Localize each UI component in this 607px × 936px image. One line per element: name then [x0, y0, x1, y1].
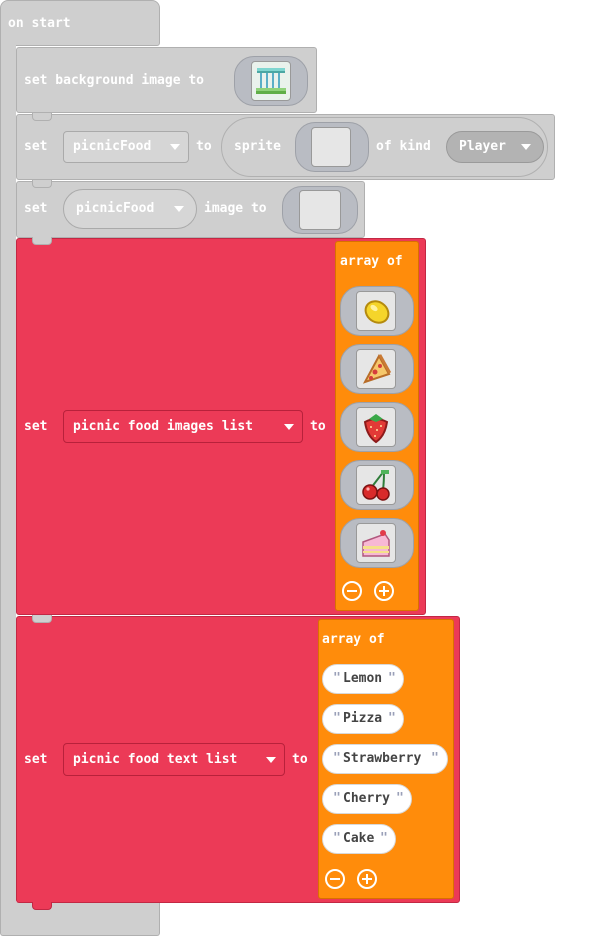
variable-name: picnicFood: [73, 139, 152, 154]
text-item-cake[interactable]: " Cake ": [322, 824, 396, 854]
set-label: set: [24, 139, 48, 154]
picnic-pavilion-icon: [256, 68, 286, 94]
variable-name: picnic food images list: [73, 418, 254, 434]
quote-close: ": [431, 751, 439, 766]
variable-name: picnicFood: [76, 201, 155, 216]
quote-close: ": [380, 831, 388, 846]
quote-open: ": [333, 791, 341, 806]
background-image-thumb[interactable]: [251, 61, 291, 101]
image-thumb[interactable]: [356, 407, 396, 447]
text-item-cherry[interactable]: " Cherry ": [322, 784, 412, 814]
quote-open: ": [333, 751, 341, 766]
strawberry-icon: [363, 414, 389, 444]
add-item-button[interactable]: [357, 869, 377, 889]
remove-item-button[interactable]: [342, 581, 362, 601]
set-label: set: [24, 201, 48, 216]
cake-slice-icon: [362, 530, 390, 557]
to-label: to: [196, 139, 212, 154]
image-thumb[interactable]: [356, 465, 396, 505]
notch: [32, 237, 52, 245]
set-label: set: [24, 419, 48, 434]
cherries-icon: [362, 470, 390, 501]
array-of-label: array of: [340, 254, 403, 269]
quote-open: ": [333, 711, 341, 726]
text-value: Cake: [343, 831, 375, 846]
quote-open: ": [333, 671, 341, 686]
on-start-spine: [0, 40, 16, 910]
quote-open: ": [333, 831, 341, 846]
text-value: Lemon: [343, 671, 383, 686]
image-thumb[interactable]: [356, 349, 396, 389]
variable-dropdown-text-list[interactable]: picnic food text list: [63, 743, 285, 776]
chevron-down-icon: [521, 144, 531, 150]
quote-close: ": [388, 671, 396, 686]
array-of-label: array of: [322, 632, 385, 647]
text-item-strawberry[interactable]: " Strawberry ": [322, 744, 448, 774]
notch: [32, 615, 52, 623]
variable-dropdown-picnicfood[interactable]: picnicFood: [63, 131, 189, 163]
text-item-pizza[interactable]: " Pizza ": [322, 704, 404, 734]
bottom-notch: [32, 902, 52, 910]
remove-item-button[interactable]: [325, 869, 345, 889]
sprite-label: sprite: [234, 139, 281, 154]
kind-name: Player: [459, 139, 506, 154]
chevron-down-icon: [170, 144, 180, 150]
add-item-button[interactable]: [374, 581, 394, 601]
on-start-label: on start: [8, 16, 71, 31]
quote-close: ": [396, 791, 404, 806]
quote-close: ": [388, 711, 396, 726]
to-label: to: [292, 752, 308, 767]
image-thumb[interactable]: [299, 190, 341, 230]
set-label: set: [24, 752, 48, 767]
of-kind-label: of kind: [376, 139, 431, 154]
sprite-image-thumb[interactable]: [311, 127, 351, 167]
text-item-lemon[interactable]: " Lemon ": [322, 664, 404, 694]
notch: [32, 113, 52, 121]
chevron-down-icon: [284, 423, 294, 430]
set-background-label: set background image to: [24, 73, 205, 88]
text-value: Cherry: [343, 791, 390, 806]
on-start-footer: [0, 902, 160, 936]
text-value: Strawberry: [343, 751, 422, 766]
lemon-icon: [364, 300, 390, 324]
variable-dropdown-images-list[interactable]: picnic food images list: [63, 410, 303, 443]
kind-dropdown-player[interactable]: Player: [446, 131, 544, 163]
chevron-down-icon: [174, 206, 184, 212]
sprite-variable-pill[interactable]: picnicFood: [63, 189, 197, 229]
image-thumb[interactable]: [356, 523, 396, 563]
text-value: Pizza: [343, 711, 383, 726]
chevron-down-icon: [266, 756, 276, 763]
variable-name: picnic food text list: [73, 751, 238, 767]
notch: [32, 180, 52, 188]
pizza-slice-icon: [362, 353, 391, 384]
to-label: to: [310, 419, 326, 434]
image-to-label: image to: [204, 201, 267, 216]
image-thumb[interactable]: [356, 291, 396, 331]
